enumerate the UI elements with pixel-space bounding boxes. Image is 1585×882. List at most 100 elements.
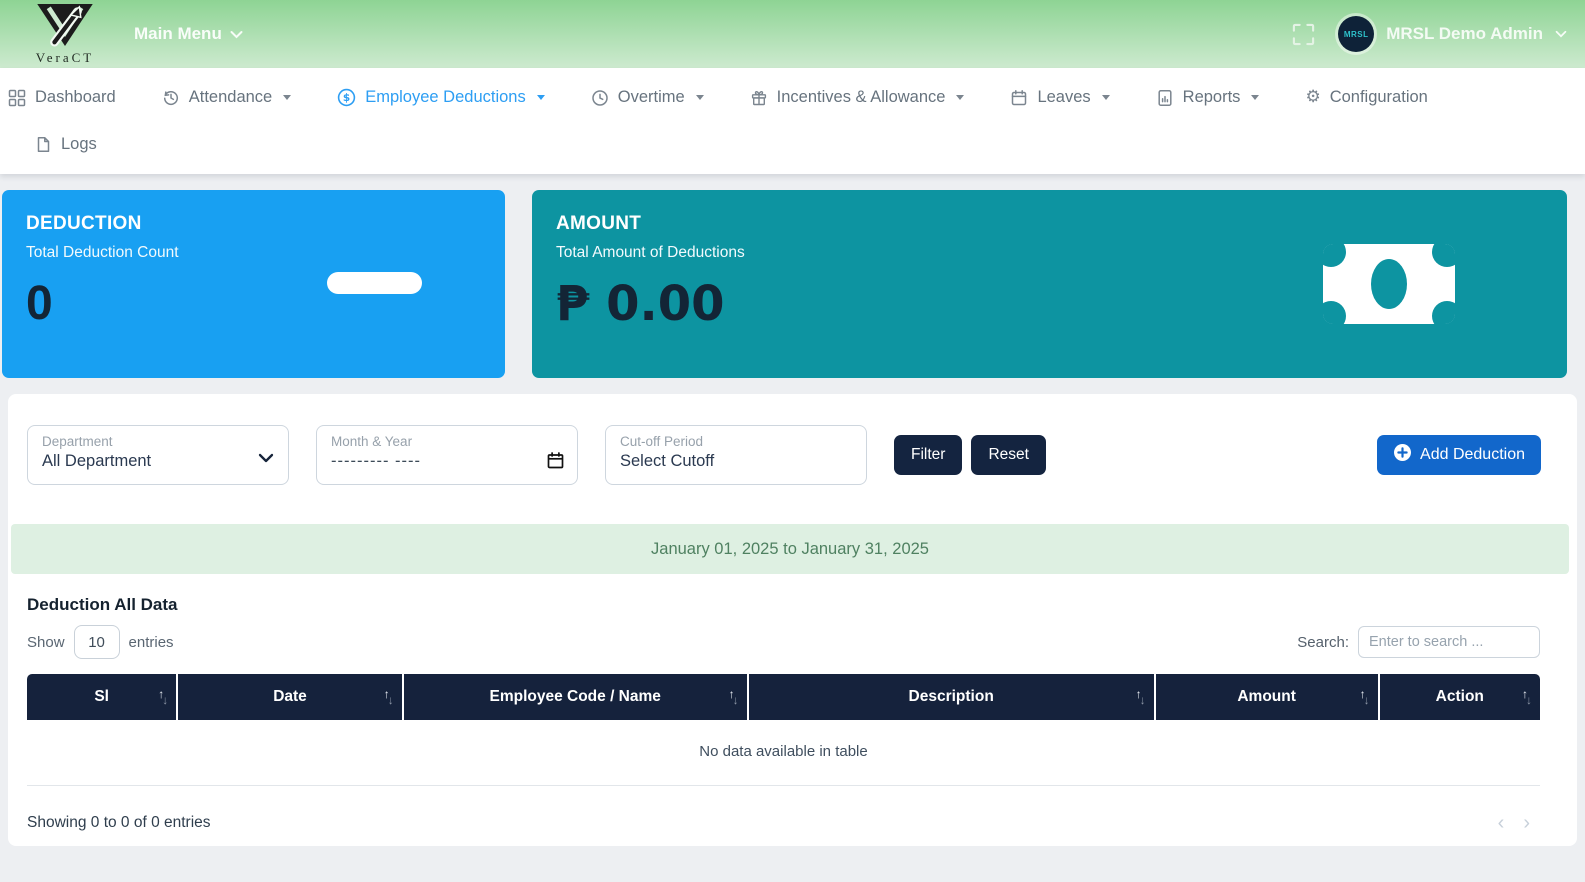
month-year-label: Month & Year xyxy=(331,434,563,449)
search-input[interactable] xyxy=(1358,626,1540,658)
user-menu-button[interactable]: MRSL MRSL Demo Admin xyxy=(1338,16,1567,52)
filter-button[interactable]: Filter xyxy=(894,435,962,475)
veract-logo-icon xyxy=(36,3,94,52)
nav-item-leaves[interactable]: Leaves xyxy=(987,88,1132,107)
plus-circle-icon xyxy=(1393,443,1412,467)
topbar-right-group: MRSL MRSL Demo Admin xyxy=(1291,0,1567,68)
sort-icon: ↑↓ xyxy=(729,691,739,703)
nav-row-2: Logs xyxy=(35,135,1585,154)
add-deduction-label: Add Deduction xyxy=(1420,446,1525,464)
main-menu-label: Main Menu xyxy=(134,24,222,44)
nav-label: Incentives & Allowance xyxy=(777,88,946,107)
column-header-description[interactable]: Description↑↓ xyxy=(749,674,1156,720)
nav-label: Leaves xyxy=(1037,88,1090,107)
fullscreen-icon[interactable] xyxy=(1291,22,1316,47)
empty-message: No data available in table xyxy=(27,720,1540,786)
empty-row: No data available in table xyxy=(27,720,1540,786)
sort-icon: ↑↓ xyxy=(158,691,168,703)
brand-name: VeraCT xyxy=(36,50,94,66)
table-controls-row: Show entries Search: xyxy=(27,625,1540,659)
search-group: Search: xyxy=(1297,626,1540,658)
top-header-bar: VeraCT Main Menu MRSL MRSL Demo Admin xyxy=(0,0,1585,68)
summary-cards-row: DEDUCTION Total Deduction Count 0 AMOUNT… xyxy=(2,190,1567,378)
caret-down-icon xyxy=(283,95,291,100)
column-header-date[interactable]: Date↑↓ xyxy=(178,674,403,720)
nav-item-dashboard[interactable]: Dashboard xyxy=(6,88,139,107)
avatar-text: MRSL xyxy=(1344,30,1369,39)
svg-text:$: $ xyxy=(343,92,350,104)
gift-icon xyxy=(750,89,768,107)
caret-down-icon xyxy=(1251,95,1259,100)
department-value: All Department xyxy=(42,452,274,471)
sort-icon: ↑↓ xyxy=(1522,691,1532,703)
amount-summary-card: AMOUNT Total Amount of Deductions ₱ 0.00 xyxy=(532,190,1567,378)
pagination: ‹ › xyxy=(1498,813,1530,833)
department-label: Department xyxy=(42,434,274,449)
chevron-right-icon[interactable]: › xyxy=(1523,813,1530,833)
file-icon xyxy=(35,136,52,153)
nav-item-overtime[interactable]: Overtime xyxy=(568,88,727,107)
nav-label: Dashboard xyxy=(35,88,116,107)
deductions-table: Sl↑↓ Date↑↓ Employee Code / Name↑↓ Descr… xyxy=(27,674,1540,786)
cutoff-value: Select Cutoff xyxy=(620,452,852,471)
column-header-action[interactable]: Action↑↓ xyxy=(1380,674,1540,720)
nav-label: Attendance xyxy=(189,88,272,107)
card-subtitle: Total Deduction Count xyxy=(26,244,505,262)
column-header-amount[interactable]: Amount↑↓ xyxy=(1156,674,1380,720)
sort-icon: ↑↓ xyxy=(1360,691,1370,703)
chevron-down-icon xyxy=(230,24,243,44)
column-header-employee[interactable]: Employee Code / Name↑↓ xyxy=(404,674,749,720)
nav-label: Employee Deductions xyxy=(365,88,526,107)
table-header-row: Sl↑↓ Date↑↓ Employee Code / Name↑↓ Descr… xyxy=(27,674,1540,720)
reset-button[interactable]: Reset xyxy=(971,435,1046,475)
search-label: Search: xyxy=(1297,634,1349,651)
nav-row-1: Dashboard Attendance $ Employee Deductio… xyxy=(6,88,1585,107)
nav-item-configuration[interactable]: ⚙ Configuration xyxy=(1282,88,1450,107)
department-select[interactable]: Department All Department xyxy=(27,425,289,485)
card-title: AMOUNT xyxy=(556,213,1567,235)
table-footer: Showing 0 to 0 of 0 entries ‹ › xyxy=(8,786,1577,833)
grid-icon xyxy=(8,89,26,107)
history-clock-icon xyxy=(162,89,180,107)
deductions-table-wrap: Sl↑↓ Date↑↓ Employee Code / Name↑↓ Descr… xyxy=(27,674,1540,786)
main-navigation: Dashboard Attendance $ Employee Deductio… xyxy=(0,68,1585,174)
nav-item-employee-deductions[interactable]: $ Employee Deductions xyxy=(314,88,568,107)
cutoff-period-select[interactable]: Cut-off Period Select Cutoff xyxy=(605,425,867,485)
nav-label: Logs xyxy=(61,135,97,154)
avatar: MRSL xyxy=(1338,16,1374,52)
sort-icon: ↑↓ xyxy=(384,691,394,703)
clock-icon xyxy=(591,89,609,107)
nav-item-reports[interactable]: Reports xyxy=(1133,88,1283,107)
caret-down-icon xyxy=(956,95,964,100)
dash-pill-icon xyxy=(327,272,422,294)
chevron-down-icon xyxy=(258,450,274,468)
caret-down-icon xyxy=(1102,95,1110,100)
show-entries-group: Show entries xyxy=(27,625,174,659)
caret-down-icon xyxy=(696,95,704,100)
chevron-left-icon[interactable]: ‹ xyxy=(1498,813,1505,833)
deductions-panel: Department All Department Month & Year -… xyxy=(8,394,1577,846)
brand-logo: VeraCT xyxy=(22,3,108,66)
entries-label: entries xyxy=(129,634,174,651)
nav-item-logs[interactable]: Logs xyxy=(35,135,120,154)
caret-down-icon xyxy=(537,95,545,100)
calendar-icon xyxy=(1010,89,1028,107)
date-range-text: January 01, 2025 to January 31, 2025 xyxy=(651,540,929,559)
gear-icon: ⚙ xyxy=(1305,89,1320,106)
entries-per-page-input[interactable] xyxy=(74,625,120,659)
nav-item-attendance[interactable]: Attendance xyxy=(139,88,314,107)
deduction-summary-card: DEDUCTION Total Deduction Count 0 xyxy=(2,190,505,378)
column-header-sl[interactable]: Sl↑↓ xyxy=(27,674,178,720)
calendar-picker-icon[interactable] xyxy=(547,452,564,474)
user-name: MRSL Demo Admin xyxy=(1386,24,1543,44)
month-year-input[interactable]: Month & Year --------- ---- xyxy=(316,425,578,485)
month-year-value: --------- ---- xyxy=(331,452,563,471)
nav-label: Overtime xyxy=(618,88,685,107)
report-document-icon xyxy=(1156,89,1174,107)
peso-circle-icon: $ xyxy=(337,88,356,107)
add-deduction-button[interactable]: Add Deduction xyxy=(1377,435,1541,475)
nav-item-incentives-allowance[interactable]: Incentives & Allowance xyxy=(727,88,988,107)
nav-label: Reports xyxy=(1183,88,1241,107)
main-menu-button[interactable]: Main Menu xyxy=(134,24,243,44)
nav-label: Configuration xyxy=(1330,88,1428,107)
